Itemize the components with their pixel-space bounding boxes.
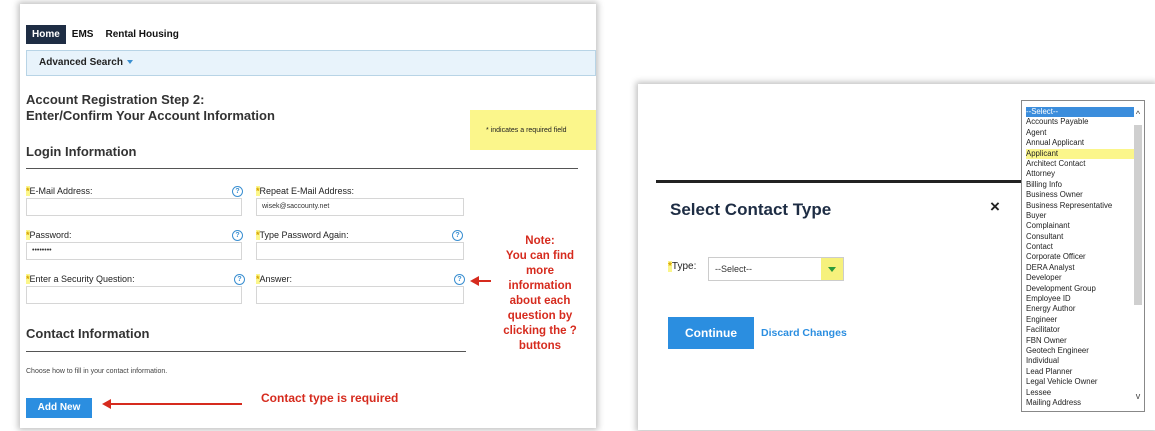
modal-title: Select Contact Type — [670, 200, 832, 219]
tab-rental-housing[interactable]: Rental Housing — [99, 25, 184, 44]
tab-home[interactable]: Home — [26, 24, 66, 44]
modal-top-border — [656, 180, 1031, 183]
divider — [26, 351, 466, 352]
sub-nav-bar: Advanced Search — [26, 50, 596, 76]
dropdown-option[interactable]: Buyer — [1026, 211, 1134, 221]
annotation-arrow-icon — [102, 399, 111, 409]
contact-type-dropdown-list[interactable]: --Select-- Accounts Payable Agent Annual Ap… — [1021, 100, 1145, 412]
dropdown-option[interactable]: Complainant — [1026, 221, 1134, 231]
required-field-note: * indicates a required field — [470, 110, 596, 150]
type-label: *Type: — [668, 261, 697, 272]
title-line-1: Account Registration Step 2: — [26, 92, 205, 107]
email-field[interactable] — [26, 198, 242, 216]
dropdown-option[interactable]: Individual — [1026, 356, 1134, 366]
dropdown-option[interactable]: Geotech Engineer — [1026, 346, 1134, 356]
divider — [26, 168, 578, 169]
contact-heading: Contact Information — [26, 326, 150, 341]
advanced-search-label: Advanced Search — [39, 57, 123, 68]
dropdown-option[interactable]: Employee ID — [1026, 294, 1134, 304]
answer-field[interactable] — [256, 286, 464, 304]
dropdown-option[interactable]: Facilitator — [1026, 325, 1134, 335]
continue-button[interactable]: Continue — [668, 317, 754, 349]
type-password-field[interactable] — [256, 242, 464, 260]
repeat-email-label: *Repeat E-Mail Address: — [256, 186, 355, 196]
dropdown-option[interactable]: Applicant — [1026, 148, 1134, 159]
dropdown-option[interactable]: Development Group — [1026, 284, 1134, 294]
scroll-up-icon[interactable]: ^ — [1133, 109, 1143, 119]
contact-type-annotation: Contact type is required — [261, 391, 399, 405]
annotation-arrow-line — [110, 403, 242, 405]
help-icon[interactable]: ? — [454, 274, 465, 285]
dropdown-option[interactable]: Attorney — [1026, 169, 1134, 179]
dropdown-option[interactable]: Lessee — [1026, 388, 1134, 398]
chevron-down-icon[interactable] — [821, 258, 843, 280]
dropdown-option[interactable]: Agent — [1026, 128, 1134, 138]
contact-type-select[interactable]: --Select-- — [708, 257, 844, 281]
title-line-2: Enter/Confirm Your Account Information — [26, 108, 275, 123]
advanced-search-link[interactable]: Advanced Search — [39, 57, 133, 68]
repeat-email-field[interactable]: wisek@saccounty.net — [256, 198, 464, 216]
help-icon[interactable]: ? — [232, 186, 243, 197]
dropdown-options: --Select-- Accounts Payable Agent Annual Ap… — [1026, 107, 1134, 408]
dropdown-option[interactable]: Contact — [1026, 242, 1134, 252]
login-heading: Login Information — [26, 144, 137, 159]
dropdown-option[interactable]: Lead Planner — [1026, 367, 1134, 377]
dropdown-option[interactable]: Billing Info — [1026, 180, 1134, 190]
type-password-label: *Type Password Again: — [256, 230, 349, 240]
dropdown-option[interactable]: Consultant — [1026, 232, 1134, 242]
security-question-label: *Enter a Security Question: — [26, 274, 135, 284]
scroll-down-icon[interactable]: v — [1133, 391, 1143, 401]
scrollbar[interactable]: ^ v — [1133, 103, 1143, 409]
dropdown-option[interactable]: Developer — [1026, 273, 1134, 283]
dropdown-option[interactable]: Mailing Address — [1026, 398, 1134, 408]
security-question-field[interactable] — [26, 286, 242, 304]
dropdown-option[interactable]: DERA Analyst — [1026, 263, 1134, 273]
dropdown-option[interactable]: Business Representative — [1026, 201, 1134, 211]
dropdown-option[interactable]: Corporate Officer — [1026, 252, 1134, 262]
dropdown-option[interactable]: Energy Author — [1026, 304, 1134, 314]
dropdown-option[interactable]: --Select-- — [1026, 107, 1134, 118]
dropdown-option[interactable]: Annual Applicant — [1026, 138, 1134, 148]
choose-instructions: Choose how to fill in your contact infor… — [26, 368, 168, 375]
registration-panel: Home EMS Rental Housing Advanced Search … — [20, 4, 596, 428]
annotation-arrow-line — [477, 280, 491, 282]
annotation-arrow-icon — [470, 276, 479, 286]
top-nav: Home EMS Rental Housing — [26, 24, 185, 44]
dropdown-option[interactable]: Architect Contact — [1026, 159, 1134, 169]
scroll-thumb[interactable] — [1134, 125, 1142, 305]
answer-label: *Answer: — [256, 274, 293, 284]
dropdown-option[interactable]: Legal Vehicle Owner — [1026, 377, 1134, 387]
caret-down-icon — [126, 60, 133, 65]
dropdown-option[interactable]: Accounts Payable — [1026, 117, 1134, 127]
password-field[interactable]: •••••••• — [26, 242, 242, 260]
discard-changes-link[interactable]: Discard Changes — [761, 327, 847, 339]
contact-type-value: --Select-- — [715, 264, 753, 274]
dropdown-option[interactable]: Engineer — [1026, 315, 1134, 325]
tab-ems[interactable]: EMS — [66, 25, 100, 44]
password-label: *Password: — [26, 230, 72, 240]
help-icon[interactable]: ? — [234, 274, 245, 285]
page-title: Account Registration Step 2: Enter/Confi… — [26, 92, 326, 124]
help-note-annotation: Note: You can find more information abou… — [503, 235, 577, 352]
add-new-button[interactable]: Add New — [26, 398, 92, 418]
help-icon[interactable]: ? — [452, 230, 463, 241]
dropdown-option[interactable]: Business Owner — [1026, 190, 1134, 200]
dropdown-option[interactable]: FBN Owner — [1026, 336, 1134, 346]
help-icon[interactable]: ? — [232, 230, 243, 241]
close-icon[interactable]: × — [990, 197, 1000, 217]
email-label: *E-Mail Address: — [26, 186, 93, 196]
